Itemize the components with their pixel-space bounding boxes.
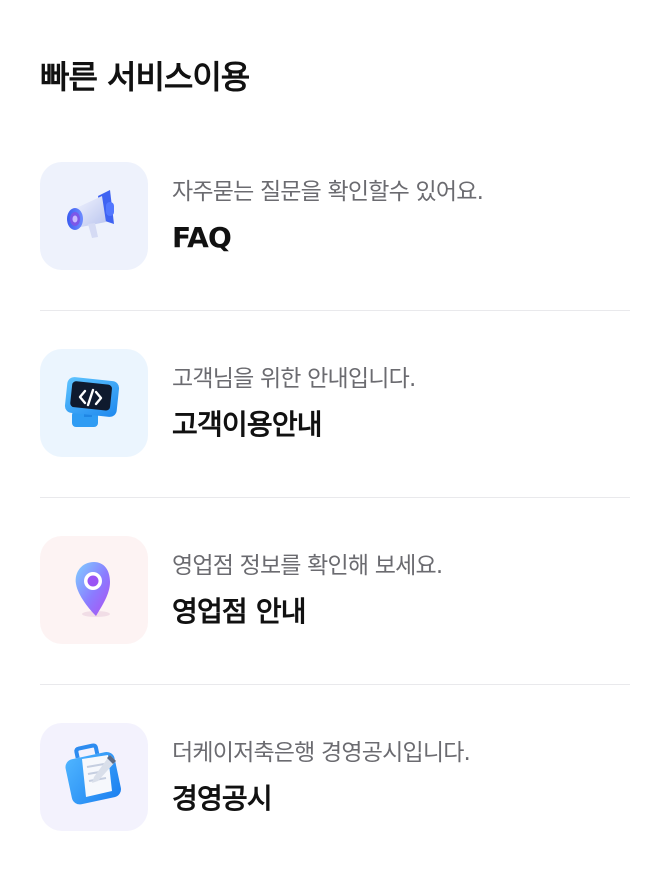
document-clipboard-icon [40,723,148,831]
service-item-title: 경영공시 [172,782,273,815]
service-item-title: 고객이용안내 [172,408,323,441]
service-item-customer-guide[interactable]: 고객님을 위한 안내입니다. 고객이용안내 [40,311,630,498]
service-item-text: 더케이저축은행 경영공시입니다. 경영공시 [172,737,471,817]
service-item-management-disclosure[interactable]: 더케이저축은행 경영공시입니다. 경영공시 [40,685,630,872]
megaphone-icon [40,162,148,270]
service-item-title: 영업점 안내 [172,595,307,628]
service-item-description: 더케이저축은행 경영공시입니다. [172,740,471,766]
section-title: 빠른 서비스이용 [40,58,250,96]
service-item-branch-guide[interactable]: 영업점 정보를 확인해 보세요. 영업점 안내 [40,498,630,685]
service-item-title: FAQ [172,221,232,254]
service-item-text: 자주묻는 질문을 확인할수 있어요. FAQ [172,176,484,256]
service-item-text: 고객님을 위한 안내입니다. 고객이용안내 [172,363,416,443]
quick-service-list: 자주묻는 질문을 확인할수 있어요. FAQ 고객님을 위한 안내입니다. 고객… [40,124,630,872]
service-item-description: 영업점 정보를 확인해 보세요. [172,553,443,579]
service-item-description: 고객님을 위한 안내입니다. [172,366,416,392]
service-item-faq[interactable]: 자주묻는 질문을 확인할수 있어요. FAQ [40,124,630,311]
monitor-code-icon [40,349,148,457]
service-item-text: 영업점 정보를 확인해 보세요. 영업점 안내 [172,550,443,630]
location-pin-icon [40,536,148,644]
quick-service-page: 빠른 서비스이용 자주묻는 질문을 확인할수 있어요. FAQ 고객님을 위한 … [0,0,670,890]
service-item-description: 자주묻는 질문을 확인할수 있어요. [172,179,484,205]
